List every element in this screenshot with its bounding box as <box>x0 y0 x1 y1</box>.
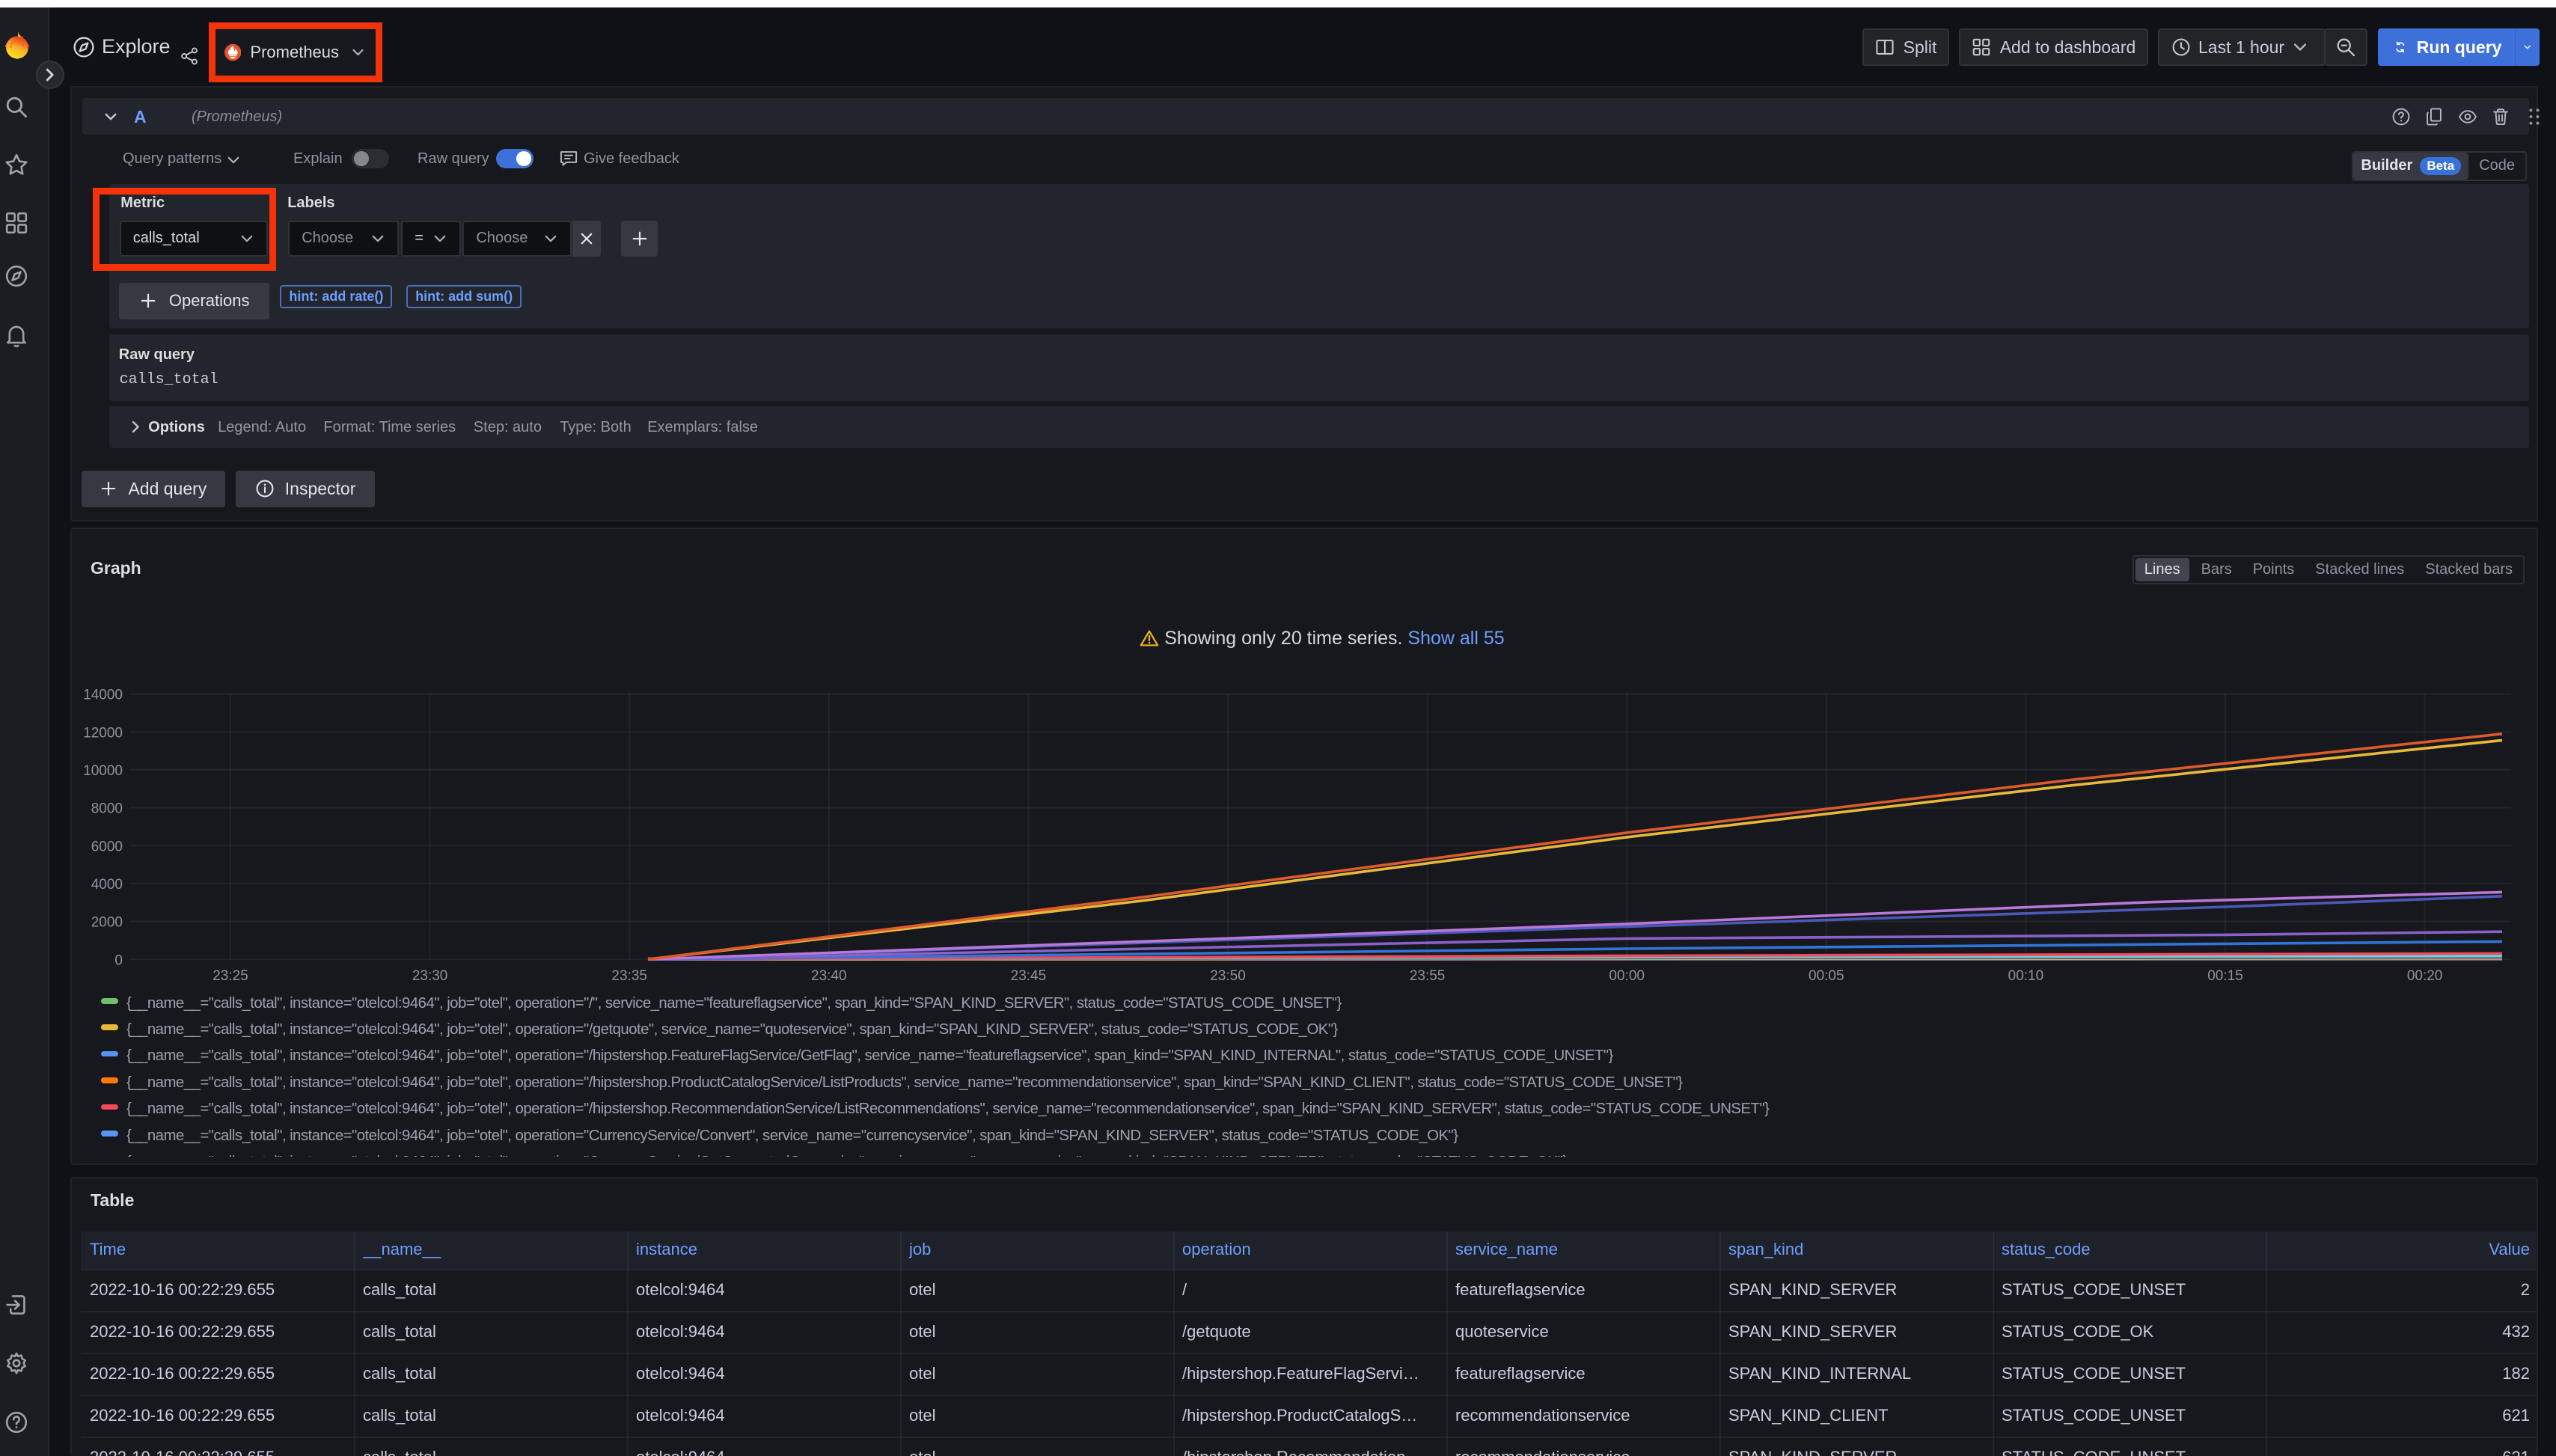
svg-text:23:30: 23:30 <box>412 968 448 984</box>
svg-text:23:25: 23:25 <box>213 968 248 984</box>
svg-text:12000: 12000 <box>83 725 123 741</box>
svg-text:10000: 10000 <box>83 763 123 779</box>
svg-text:6000: 6000 <box>91 839 123 854</box>
svg-text:8000: 8000 <box>91 801 123 816</box>
svg-text:4000: 4000 <box>91 877 123 893</box>
svg-text:00:15: 00:15 <box>2207 968 2243 984</box>
svg-text:23:55: 23:55 <box>1410 968 1446 984</box>
svg-text:23:35: 23:35 <box>611 968 647 984</box>
svg-text:0: 0 <box>114 952 123 968</box>
svg-text:23:50: 23:50 <box>1210 968 1246 984</box>
svg-text:00:20: 00:20 <box>2407 968 2443 984</box>
svg-text:00:05: 00:05 <box>1809 968 1844 984</box>
svg-text:00:00: 00:00 <box>1609 968 1645 984</box>
svg-text:00:10: 00:10 <box>2008 968 2044 984</box>
svg-text:23:40: 23:40 <box>811 968 847 984</box>
svg-text:14000: 14000 <box>83 687 123 703</box>
svg-text:2000: 2000 <box>91 914 123 930</box>
svg-text:23:45: 23:45 <box>1011 968 1047 984</box>
